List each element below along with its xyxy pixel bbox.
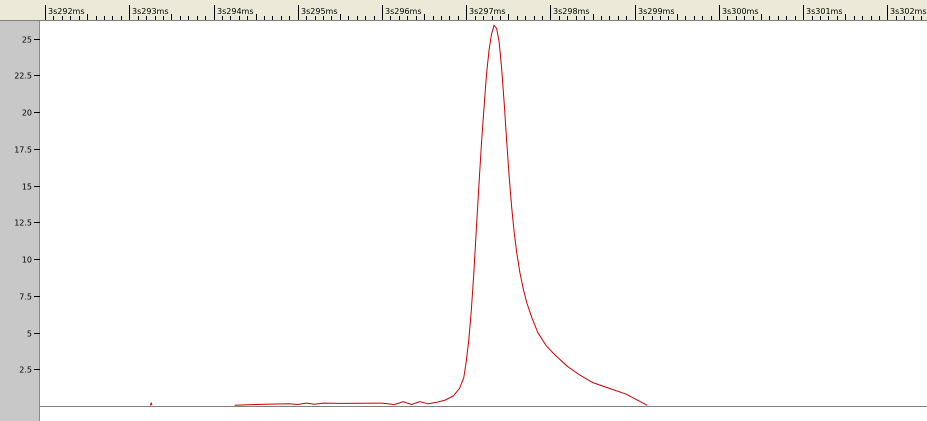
y-axis-tick-label: 15 [22, 183, 32, 192]
y-axis-tick-label: 5 [27, 330, 32, 339]
time-ruler-label: 3s300ms [722, 7, 759, 16]
time-ruler-label: 3s293ms [132, 7, 169, 16]
time-ruler-ticks: 3s292ms 3s293ms 3s294ms 3s295ms 3s296ms 3s297… [45, 5, 927, 20]
y-axis: 2.5 5 7.5 10 12.5 15 17.5 20 22.5 25 [14, 36, 40, 375]
time-ruler-label: 3s296ms [385, 7, 422, 16]
y-axis-tick-label: 2.5 [19, 366, 32, 375]
y-axis-tick-label: 17.5 [14, 146, 32, 155]
series-line [149, 401, 153, 406]
time-ruler-label: 3s301ms [806, 7, 843, 16]
y-axis-tick-label: 25 [22, 36, 32, 45]
time-ruler-label: 3s295ms [301, 7, 338, 16]
waveform-view[interactable]: 3s292ms 3s293ms 3s294ms 3s295ms 3s296ms 3s297… [0, 0, 927, 421]
time-ruler-label: 3s292ms [48, 7, 85, 16]
time-ruler-label: 3s299ms [638, 7, 675, 16]
series-line [234, 24, 648, 406]
y-axis-tick-label: 7.5 [19, 293, 32, 302]
y-axis-tick-label: 22.5 [14, 72, 32, 81]
y-axis-tick-label: 20 [22, 109, 32, 118]
y-axis-tick-label: 12.5 [14, 219, 32, 228]
y-axis-tick-label: 10 [22, 256, 32, 265]
time-ruler-label: 3s298ms [553, 7, 590, 16]
time-ruler-label: 3s297ms [469, 7, 506, 16]
time-ruler-label: 3s294ms [217, 7, 254, 16]
series-layer [149, 24, 648, 406]
waveform-plot[interactable]: 3s292ms 3s293ms 3s294ms 3s295ms 3s296ms 3s297… [0, 0, 927, 421]
time-ruler-label: 3s302ms [890, 7, 927, 16]
